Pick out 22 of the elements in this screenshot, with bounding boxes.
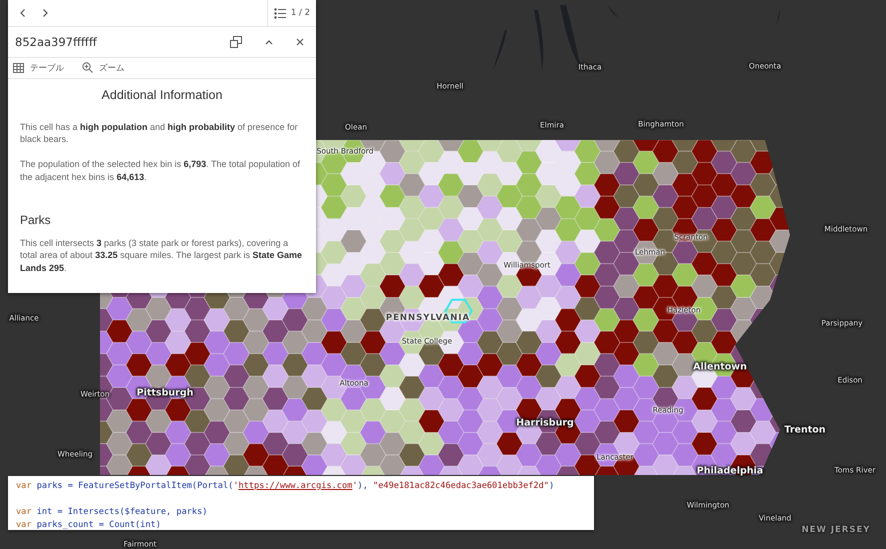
list-icon xyxy=(274,8,286,18)
table-action-button[interactable]: テーブル xyxy=(13,60,70,75)
section-heading: Additional Information xyxy=(100,86,224,104)
popup-title: 852aa397ffffff xyxy=(15,35,97,50)
map-label: NEW JERSEY xyxy=(802,525,870,535)
zoom-action-button[interactable]: ズーム xyxy=(82,60,129,75)
dock-icon[interactable] xyxy=(230,36,242,48)
paragraph: This cell intersects 3 parks (3 state park or forest parks), covering a total area of about 33.25 square miles. The largest park is State Game Lands 295. xyxy=(20,236,304,275)
close-icon[interactable] xyxy=(296,38,304,46)
map-label: Allentown xyxy=(693,362,747,372)
section-heading: Parks xyxy=(20,212,52,229)
code-line: var parks_count = Count(int) xyxy=(16,519,162,532)
feature-list-button[interactable]: 1 / 2 xyxy=(266,0,316,26)
paragraph: This cell has a high population and high probability of presence for black bears. xyxy=(20,120,299,146)
collapse-icon[interactable] xyxy=(264,39,274,46)
map-label: Trenton xyxy=(784,424,826,436)
map-label: Harrisburg xyxy=(516,418,574,428)
code-line: var parks = FeatureSetByPortalItem(Portal('https://www.arcgis.com'), "e49e181ac82c46edac3ae601ebb3ef2d") xyxy=(16,480,556,493)
paragraph: The population of the selected hex bin is 6,793. The total population of the adjacent hex bins is 64,613. xyxy=(20,158,302,184)
code-line: var int = Intersects($feature, parks) xyxy=(16,506,208,519)
table-icon xyxy=(13,62,24,73)
zoom-icon xyxy=(82,62,93,74)
